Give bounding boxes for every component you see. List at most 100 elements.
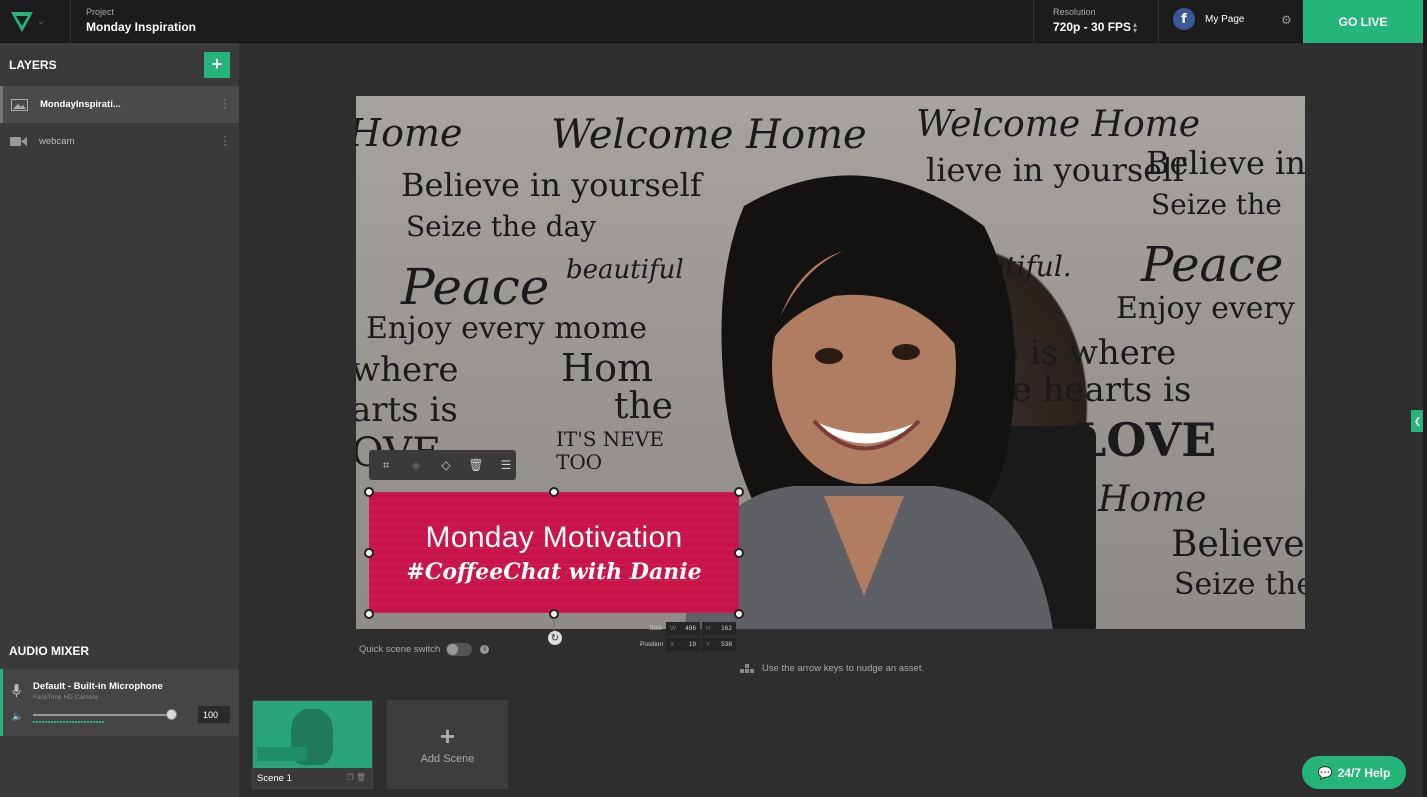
help-label: 24/7 Help xyxy=(1337,765,1391,780)
layer-name: webcam xyxy=(39,136,75,147)
svg-text:Peace: Peace xyxy=(400,258,549,316)
top-bar: ⌄ Project Monday Inspiration Resolution … xyxy=(0,0,1427,43)
svg-text:Hom: Hom xyxy=(561,346,653,390)
resize-handle-bottom-right[interactable] xyxy=(734,609,744,619)
chat-bubble-icon: 💬 xyxy=(1317,765,1333,780)
microphone-icon xyxy=(12,684,21,702)
svg-text:where: where xyxy=(356,350,459,390)
camera-icon xyxy=(10,136,28,148)
go-live-button[interactable]: GO LIVE xyxy=(1303,0,1423,43)
quick-scene-switch-label: Quick scene switch xyxy=(359,644,441,655)
sort-arrows-icon[interactable]: ▴ ▾ xyxy=(1133,21,1137,35)
width-field[interactable]: W 496 xyxy=(666,621,700,635)
audio-device-subtitle: FaceTime HD Camera xyxy=(33,694,98,701)
duplicate-icon[interactable]: ❐ xyxy=(346,773,353,782)
scene-name: Scene 1 xyxy=(257,773,292,784)
resize-handle-top-right[interactable] xyxy=(734,487,744,497)
divider xyxy=(1033,0,1034,43)
svg-text:Welcome Home: Welcome Home xyxy=(916,104,1200,145)
audio-level-meter xyxy=(33,721,105,723)
y-field[interactable]: Y 538 xyxy=(702,637,736,651)
volume-slider-thumb[interactable] xyxy=(166,709,177,720)
layer-item-monday-inspiration[interactable]: MondayInspirati... · · · xyxy=(0,86,239,123)
right-panel-edge xyxy=(1423,43,1427,797)
more-options-icon[interactable]: · · · xyxy=(223,130,227,150)
transform-panel: Size W 496 H 162 Position X 19 Y 538 xyxy=(640,620,738,652)
speaker-icon[interactable]: 🔈 xyxy=(12,711,23,722)
svg-text:IT'S NEVE: IT'S NEVE xyxy=(556,427,664,451)
help-button[interactable]: 💬 24/7 Help xyxy=(1302,756,1406,789)
svg-text:beautiful: beautiful xyxy=(566,255,684,285)
resize-handle-top-left[interactable] xyxy=(364,487,374,497)
send-backward-icon[interactable]: ◇ xyxy=(436,456,456,474)
volume-slider[interactable] xyxy=(33,714,176,716)
crop-icon[interactable]: ⌗ xyxy=(376,456,396,474)
layers-title: LAYERS xyxy=(9,57,57,72)
svg-text:Welcome Home: Welcome Home xyxy=(551,112,867,158)
destination-name: My Page xyxy=(1205,13,1245,25)
rotate-handle-icon[interactable]: ↻ xyxy=(548,631,562,645)
divider xyxy=(1158,0,1159,43)
x-field[interactable]: X 19 xyxy=(666,637,700,651)
resolution-value: 720p - 30 FPS xyxy=(1053,20,1132,34)
size-label: Size xyxy=(649,624,662,632)
bring-forward-icon[interactable]: ◈ xyxy=(406,456,426,474)
resolution-selector[interactable]: Resolution 720p - 30 FPS xyxy=(1053,7,1131,34)
more-options-icon[interactable]: · · · xyxy=(223,93,227,113)
left-sidebar: LAYERS + MondayInspirati... · · · webcam ·… xyxy=(0,43,239,797)
logo-icon xyxy=(10,11,33,32)
destination-account[interactable]: f My Page xyxy=(1173,8,1244,30)
svg-text:Believe: Believe xyxy=(1171,524,1305,565)
asset-toolbar: ⌗ ◈ ◇ 🗑 ☰ xyxy=(369,450,516,480)
audio-channel[interactable]: Default - Built-in Microphone FaceTime H… xyxy=(0,669,239,736)
svg-text:the: the xyxy=(614,386,673,427)
scene-card[interactable]: Scene 1 ❐ 🗑 xyxy=(252,700,373,789)
layer-name: MondayInspirati... xyxy=(40,99,121,110)
resize-handle-bottom-left[interactable] xyxy=(364,609,374,619)
add-scene-button[interactable]: + Add Scene xyxy=(387,700,508,789)
adjustments-icon[interactable]: ☰ xyxy=(496,456,516,474)
plus-icon: + xyxy=(439,721,456,751)
svg-text:Seize the day: Seize the day xyxy=(406,210,596,243)
trash-icon[interactable]: 🗑 xyxy=(466,456,486,474)
svg-text:Peace: Peace xyxy=(1140,237,1283,293)
audio-mixer-title: AUDIO MIXER xyxy=(9,644,90,658)
svg-text:TOO: TOO xyxy=(556,450,602,474)
resize-handle-top[interactable] xyxy=(549,487,559,497)
svg-text:Believe in yourself: Believe in yourself xyxy=(401,166,704,204)
scene-thumbnail xyxy=(253,701,372,768)
volume-input[interactable]: 100 xyxy=(198,706,230,723)
svg-text:Home: Home xyxy=(1097,479,1207,520)
resolution-label: Resolution xyxy=(1053,7,1096,17)
resize-handle-right[interactable] xyxy=(734,548,744,558)
app-logo-menu[interactable]: ⌄ xyxy=(0,0,60,43)
height-field[interactable]: H 162 xyxy=(702,621,736,635)
layer-item-webcam[interactable]: webcam · · · xyxy=(0,123,239,160)
arrow-keys-icon xyxy=(740,664,754,673)
position-label: Position xyxy=(640,640,664,648)
project-label: Project xyxy=(86,7,115,17)
image-icon xyxy=(11,98,29,111)
trash-icon[interactable]: 🗑 xyxy=(356,773,366,782)
resize-handle-left[interactable] xyxy=(364,548,374,558)
add-scene-label: Add Scene xyxy=(420,753,475,765)
svg-text:Home: Home xyxy=(356,111,463,155)
project-name: Monday Inspiration xyxy=(86,20,197,34)
project-info[interactable]: Project Monday Inspiration xyxy=(86,7,196,34)
svg-text:arts is: arts is xyxy=(356,390,458,430)
add-layer-button[interactable]: + xyxy=(204,51,230,78)
audio-device-name: Default - Built-in Microphone xyxy=(33,681,163,692)
svg-text:Seize the: Seize the xyxy=(1151,188,1282,221)
svg-text:Enjoy every: Enjoy every xyxy=(1116,291,1295,326)
quick-scene-switch-toggle[interactable] xyxy=(446,643,473,656)
svg-text:Seize the: Seize the xyxy=(1174,567,1305,602)
gear-icon[interactable]: ⚙ xyxy=(1281,13,1292,27)
rotate-connector xyxy=(554,618,555,632)
divider xyxy=(70,0,71,43)
svg-text:Enjoy every mome: Enjoy every mome xyxy=(366,311,647,346)
scene-actions: ❐ 🗑 xyxy=(346,773,366,782)
chevron-down-icon: ⌄ xyxy=(36,16,46,27)
quick-scene-switch: Quick scene switch i xyxy=(359,643,490,656)
selected-overlay-graphic[interactable]: Monday Motivation #CoffeeChat with Danie xyxy=(369,492,739,613)
info-icon[interactable]: i xyxy=(480,645,490,654)
